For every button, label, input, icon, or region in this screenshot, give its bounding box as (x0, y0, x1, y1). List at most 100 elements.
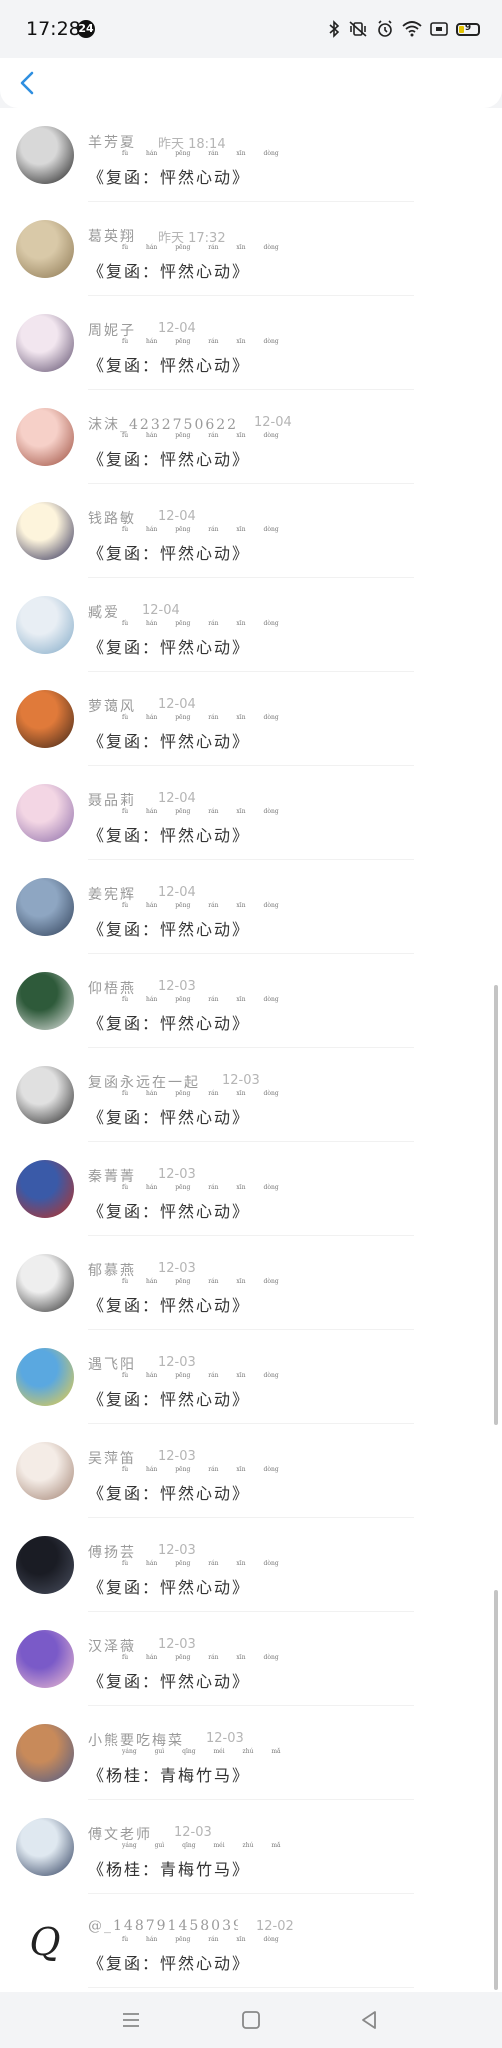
avatar[interactable] (16, 1818, 74, 1876)
message-time: 12-02 (256, 1919, 294, 1934)
list-item[interactable]: 钱路敏 12-04 fù hán pēng rán xīn dòng 《复函：怦然心动… (0, 484, 502, 578)
pinyin-annotation: fù hán pēng rán xīn dòng (122, 902, 279, 909)
avatar[interactable] (16, 1160, 74, 1218)
list-item[interactable]: 秦菁菁 12-03 fù hán pēng rán xīn dòng 《复函：怦然心动… (0, 1142, 502, 1236)
list-item[interactable]: 沫沫_4232750622… 12-04 fù hán pēng rán xīn d… (0, 390, 502, 484)
avatar[interactable] (16, 878, 74, 936)
message-text: 《复函：怦然心动》 (88, 168, 251, 187)
list-item[interactable]: 复函永远在一起 12-03 fù hán pēng rán xīn dòng 《复函：… (0, 1048, 502, 1142)
avatar-letter: Q (29, 1920, 61, 1964)
avatar[interactable] (16, 314, 74, 372)
message-time: 12-04 (158, 697, 196, 712)
contact-name: 聂品莉 (88, 793, 136, 809)
menu-icon (123, 2013, 139, 2027)
avatar[interactable] (16, 972, 74, 1030)
contact-name: 遇飞阳 (88, 1357, 136, 1373)
avatar[interactable] (16, 596, 74, 654)
message-text: 《复函：怦然心动》 (88, 826, 251, 845)
pinyin-annotation: fù hán pēng rán xīn dòng (122, 338, 279, 345)
message-text: 《复函：怦然心动》 (88, 1202, 251, 1221)
avatar[interactable] (16, 1066, 74, 1124)
list-item[interactable]: Q @_1487914580395… 12-02 fù hán pēng rán xī… (0, 1894, 502, 1988)
avatar[interactable]: Q (16, 1912, 74, 1970)
list-item[interactable]: 傅扬芸 12-03 fù hán pēng rán xīn dòng 《复函：怦然心动… (0, 1518, 502, 1612)
pinyin-annotation: fù hán pēng rán xīn dòng (122, 150, 279, 157)
list-item[interactable]: 姜宪辉 12-04 fù hán pēng rán xīn dòng 《复函：怦然心动… (0, 860, 502, 954)
avatar[interactable] (16, 1724, 74, 1782)
message-time: 12-03 (174, 1825, 212, 1840)
divider (88, 1987, 414, 1988)
contact-name: 姜宪辉 (88, 887, 136, 903)
message-text: 《杨桂：青梅竹马》 (88, 1860, 251, 1879)
message-text: 《复函：怦然心动》 (88, 1484, 251, 1503)
status-bar: 17:28 24 9 (0, 0, 502, 58)
avatar[interactable] (16, 408, 74, 466)
avatar[interactable] (16, 1254, 74, 1312)
contact-name: 葛英翔 (88, 229, 136, 245)
message-time: 12-04 (158, 885, 196, 900)
message-time: 12-03 (158, 1543, 196, 1558)
battery-icon: 9 (456, 22, 480, 36)
pinyin-annotation: fù hán pēng rán xīn dòng (122, 244, 279, 251)
avatar[interactable] (16, 1442, 74, 1500)
list-item[interactable]: 遇飞阳 12-03 fù hán pēng rán xīn dòng 《复函：怦然心动… (0, 1330, 502, 1424)
alarm-icon (376, 20, 394, 38)
avatar[interactable] (16, 1630, 74, 1688)
contact-name: 傅文老师 (88, 1827, 152, 1843)
message-text: 《复函：怦然心动》 (88, 356, 251, 375)
avatar[interactable] (16, 784, 74, 842)
system-nav-bar (0, 1992, 502, 2048)
message-text: 《复函：怦然心动》 (88, 1014, 251, 1033)
pinyin-annotation: fù hán pēng rán xīn dòng (122, 714, 279, 721)
message-text: 《复函：怦然心动》 (88, 544, 251, 563)
menu-button[interactable] (119, 2008, 143, 2032)
message-time: 12-04 (158, 509, 196, 524)
scrollbar-thumb-secondary[interactable] (494, 1590, 498, 1990)
message-text: 《杨桂：青梅竹马》 (88, 1766, 251, 1785)
header (0, 58, 502, 108)
contact-name: 傅扬芸 (88, 1545, 136, 1561)
list-item[interactable]: 傅文老师 12-03 yáng guì qīng méi zhú mǎ 《杨桂：青梅竹… (0, 1800, 502, 1894)
avatar[interactable] (16, 220, 74, 278)
pinyin-annotation: fù hán pēng rán xīn dòng (122, 1090, 279, 1097)
avatar[interactable] (16, 502, 74, 560)
list-item[interactable]: 汉泽薇 12-03 fù hán pēng rán xīn dòng 《复函：怦然心动… (0, 1612, 502, 1706)
contact-name: 沫沫_4232750622… (88, 417, 238, 433)
list-item[interactable]: 臧爱 12-04 fù hán pēng rán xīn dòng 《复函：怦然心动》 (0, 578, 502, 672)
list-item[interactable]: 羊芳夏 昨天 18:14 fù hán pēng rán xīn dòng 《复函：怦… (0, 108, 502, 202)
scrollbar-thumb[interactable] (494, 985, 498, 1425)
message-text: 《复函：怦然心动》 (88, 450, 251, 469)
avatar[interactable] (16, 1536, 74, 1594)
list-item[interactable]: 周妮子 12-04 fù hán pēng rán xīn dòng 《复函：怦然心动… (0, 296, 502, 390)
avatar[interactable] (16, 690, 74, 748)
back-button[interactable] (14, 68, 42, 98)
contact-name: @_1487914580395… (88, 1918, 238, 1934)
message-time: 12-03 (158, 1261, 196, 1276)
list-item[interactable]: 郁慕燕 12-03 fù hán pēng rán xīn dòng 《复函：怦然心动… (0, 1236, 502, 1330)
avatar[interactable] (16, 1348, 74, 1406)
pinyin-annotation: fù hán pēng rán xīn dòng (122, 808, 279, 815)
message-time: 12-04 (254, 415, 292, 430)
list-item[interactable]: 吴萍笛 12-03 fù hán pēng rán xīn dòng 《复函：怦然心动… (0, 1424, 502, 1518)
message-text: 《复函：怦然心动》 (88, 1954, 251, 1973)
list-item[interactable]: 小熊要吃梅菜 12-03 yáng guì qīng méi zhú mǎ 《杨桂：青… (0, 1706, 502, 1800)
message-time: 12-04 (142, 603, 180, 618)
contact-name: 周妮子 (88, 323, 136, 339)
message-time: 12-03 (158, 1355, 196, 1370)
list-item[interactable]: 聂品莉 12-04 fù hán pēng rán xīn dòng 《复函：怦然心动… (0, 766, 502, 860)
message-text: 《复函：怦然心动》 (88, 1672, 251, 1691)
pinyin-annotation: fù hán pēng rán xīn dòng (122, 1560, 279, 1567)
message-time: 12-04 (158, 791, 196, 806)
avatar[interactable] (16, 126, 74, 184)
bluetooth-icon (328, 20, 340, 38)
back-nav-button[interactable] (357, 2008, 381, 2032)
wifi-icon (402, 21, 422, 37)
home-button[interactable] (239, 2008, 263, 2032)
chevron-left-icon (20, 71, 34, 95)
status-time: 17:28 (26, 18, 81, 40)
list-item[interactable]: 葛英翔 昨天 17:32 fù hán pēng rán xīn dòng 《复函：怦… (0, 202, 502, 296)
pinyin-annotation: fù hán pēng rán xīn dòng (122, 1372, 279, 1379)
message-text: 《复函：怦然心动》 (88, 638, 251, 657)
list-item[interactable]: 萝蔼风 12-04 fù hán pēng rán xīn dòng 《复函：怦然心动… (0, 672, 502, 766)
list-item[interactable]: 仰梧燕 12-03 fù hán pēng rán xīn dòng 《复函：怦然心动… (0, 954, 502, 1048)
